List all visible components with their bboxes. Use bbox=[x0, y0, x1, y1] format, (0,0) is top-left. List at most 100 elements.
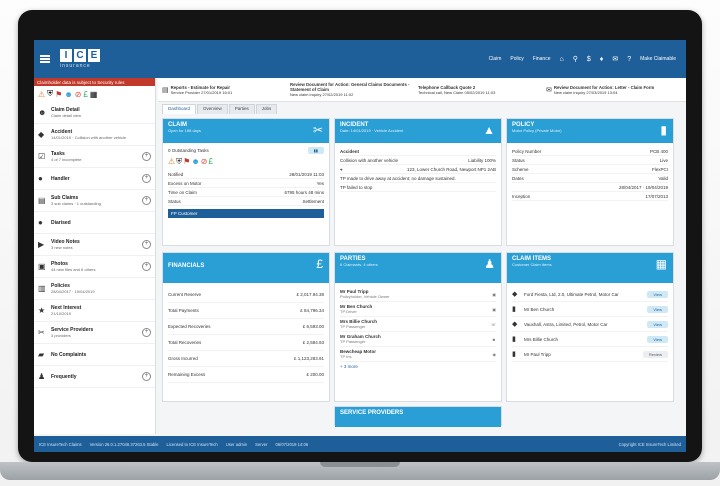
party-row[interactable]: Mr Ben Church TP Driver ▣ bbox=[340, 302, 496, 317]
party-row[interactable]: Mr Paul Tripp Policyholder, Vehicle Owner… bbox=[340, 287, 496, 302]
sidebar-item-frequently[interactable]: ♟ Frequently + bbox=[34, 366, 155, 388]
sidebar-item-claim-detail[interactable]: ☻ Claim Detail Claim detail view bbox=[34, 102, 155, 124]
view-button[interactable]: View bbox=[647, 335, 668, 343]
card-body: Policy Number PCB 400 Status Live Scheme Fl… bbox=[507, 143, 673, 205]
policy-row: Inception 17/07/2013 bbox=[512, 192, 668, 201]
claim-item-row[interactable]: ▮ Mrs Billie Church View bbox=[512, 332, 668, 347]
sidebar-item-policies[interactable]: ▥ Policies 28/04/2017 · 19/04/2019 bbox=[34, 278, 155, 300]
logo-subtitle: insurance bbox=[60, 63, 91, 69]
speech-icon: ▰ bbox=[38, 350, 45, 359]
add-icon[interactable]: + bbox=[142, 196, 151, 205]
document-sub: Technical call, New Claim bbox=[418, 89, 464, 95]
laptop-notch bbox=[320, 462, 400, 467]
footer-app: ICE InsureTech Claims bbox=[39, 441, 82, 447]
add-icon[interactable]: + bbox=[142, 174, 151, 183]
add-icon[interactable]: + bbox=[142, 152, 151, 161]
menu-icon[interactable] bbox=[40, 55, 50, 63]
financial-row: Total Recoveries £ 2,584.93 bbox=[168, 335, 324, 351]
row-value: 28/01/2019 11:03 bbox=[289, 171, 324, 177]
add-icon[interactable]: + bbox=[142, 240, 151, 249]
nav-finance[interactable]: Finance bbox=[533, 56, 551, 62]
chart-icon: ▦ bbox=[89, 89, 98, 99]
row-key: Inception bbox=[512, 193, 531, 199]
app-logo[interactable]: I C E insurance bbox=[60, 49, 100, 69]
add-icon[interactable]: + bbox=[142, 262, 151, 271]
star-icon: ★ bbox=[38, 306, 46, 315]
claim-item-row[interactable]: ▮ Mr Ben Church View bbox=[512, 302, 668, 317]
notification-icon[interactable]: ♦ bbox=[600, 56, 604, 63]
tab-parties[interactable]: Parties bbox=[228, 104, 255, 114]
footer-copyright: Copyright ICE InsureTech Limited bbox=[618, 441, 681, 447]
card-header: SERVICE PROVIDERS bbox=[335, 407, 501, 427]
party-row[interactable]: Mr Graham Church TP Passenger ☻ bbox=[340, 332, 496, 347]
customer-button[interactable]: FP Customer bbox=[168, 209, 324, 218]
document-icon: ▥ bbox=[38, 284, 46, 293]
warning-icon: ▲ bbox=[483, 123, 495, 137]
party-row[interactable]: Mrs Billie Church TP Passenger ☏ bbox=[340, 317, 496, 332]
party-role: TP Passenger bbox=[340, 324, 366, 329]
row-key: Current Reserve bbox=[168, 292, 202, 297]
calendar-icon: ● bbox=[38, 218, 43, 227]
add-icon[interactable]: + bbox=[142, 372, 151, 381]
help-icon[interactable]: ? bbox=[627, 56, 631, 63]
tab-overview[interactable]: Overview bbox=[197, 104, 228, 114]
row-value: £ 2,017.94.38 bbox=[296, 292, 324, 297]
folder-icon: ▤ bbox=[38, 196, 46, 205]
chat-icon[interactable]: ✉ bbox=[612, 55, 618, 63]
document-date: 27/01/2019 16:01 bbox=[201, 89, 233, 95]
envelope-icon: ✉ bbox=[546, 86, 552, 94]
status-footer: ICE InsureTech Claims Version 26.0.1.270… bbox=[34, 436, 686, 452]
view-button[interactable]: View bbox=[647, 305, 668, 313]
card-title: SERVICE PROVIDERS bbox=[340, 410, 404, 416]
financial-row: Gross Incurred £ 1,123,283.91 bbox=[168, 351, 324, 367]
status-icon-strip: ⚠ ⛨ ⚑ ☻ ⊘ £ ▦ bbox=[34, 86, 155, 102]
home-icon[interactable]: ⌂ bbox=[560, 56, 564, 63]
view-button[interactable]: View bbox=[647, 320, 668, 328]
search-icon[interactable]: ⚲ bbox=[573, 55, 578, 63]
document-item[interactable]: Review Document for Action: General Clai… bbox=[290, 82, 412, 97]
user-name[interactable]: Make Claimable bbox=[640, 56, 676, 62]
row-key: 123, Lower Church Road, Newport NP1 2AB bbox=[406, 166, 496, 172]
more-parties-link[interactable]: + 3 more bbox=[340, 364, 496, 369]
sidebar-item-handler[interactable]: ● Handler + bbox=[34, 168, 155, 190]
sidebar-item-accident[interactable]: ◆ Accident 14/01/2019 · Collision with an… bbox=[34, 124, 155, 146]
sidebar-item-next-interest[interactable]: ★ Next Interest 21/10/2019 bbox=[34, 300, 155, 322]
document-item[interactable]: ✉ Review Document for Action: Letter - C… bbox=[546, 85, 668, 95]
task-pill[interactable]: ▮▮ bbox=[307, 147, 324, 154]
add-icon[interactable]: + bbox=[142, 328, 151, 337]
claim-item-row[interactable]: ◆ Vauxhall, Astra, Limited, Petrol, Motor… bbox=[512, 317, 668, 332]
nav-policy[interactable]: Policy bbox=[510, 56, 523, 62]
policy-card: POLICY Motor Policy (Private Motor) ▮ Po… bbox=[506, 118, 674, 246]
tab-dashboard[interactable]: Dashboard bbox=[162, 104, 197, 114]
sidebar-item-complaints[interactable]: ▰ No Complaints bbox=[34, 344, 155, 366]
sidebar-item-video-notes[interactable]: ▶ Video Notes 3 new notes + bbox=[34, 234, 155, 256]
row-key: Excess on Motor bbox=[168, 180, 202, 186]
row-key: Collision with another vehicle bbox=[340, 157, 399, 163]
person-icon: ▮ bbox=[512, 306, 516, 313]
document-item[interactable]: Telephone Callback Quote 2 Technical call… bbox=[418, 85, 540, 95]
review-button[interactable]: Review bbox=[642, 350, 668, 358]
sidebar-item-service-providers[interactable]: ✂ Service Providers 3 providers + bbox=[34, 322, 155, 344]
claim-item-row[interactable]: ▮ Mr Paul Tripp Review bbox=[512, 347, 668, 362]
claim-item-row[interactable]: ◆ Ford Fiesta, Ltd, 2.0, Ultimate Petrol,… bbox=[512, 287, 668, 302]
view-button[interactable]: View bbox=[647, 290, 668, 298]
sidebar-item-sub: 14/01/2019 · Collision with another vehi… bbox=[51, 135, 127, 140]
document-icon: ▤ bbox=[162, 86, 169, 94]
sidebar-item-photos[interactable]: ▣ Photos 44 new files and 6 others + bbox=[34, 256, 155, 278]
sidebar-item-sub-claims[interactable]: ▤ Sub Claims 3 sub claims · 1 outstanding… bbox=[34, 190, 155, 212]
nav-claim[interactable]: Claim bbox=[489, 56, 502, 62]
tab-jobs[interactable]: Jobs bbox=[255, 104, 278, 114]
card-title: FINANCIALS bbox=[168, 263, 205, 269]
car-icon: ▣ bbox=[492, 291, 496, 297]
wrench-icon: ✂ bbox=[38, 328, 45, 337]
currency-icon[interactable]: $ bbox=[587, 56, 591, 63]
sidebar-item-diarised[interactable]: ● Diarised bbox=[34, 212, 155, 234]
sidebar-item-title: Frequently bbox=[51, 373, 77, 380]
sidebar-item-tasks[interactable]: ☑ Tasks 4 of 7 incomplete + bbox=[34, 146, 155, 168]
document-item[interactable]: ▤ Reports - Estimate for Repair Service P… bbox=[162, 85, 284, 95]
tab-bar: Dashboard Overview Parties Jobs bbox=[158, 104, 686, 114]
financial-row: Remaining Excess £ 200.00 bbox=[168, 367, 324, 383]
party-row[interactable]: Bewcheap Motor TP Ins ◉ bbox=[340, 347, 496, 362]
top-bar: I C E insurance Claim Policy Finance ⌂ ⚲… bbox=[34, 40, 686, 78]
video-icon: ▶ bbox=[38, 240, 45, 249]
